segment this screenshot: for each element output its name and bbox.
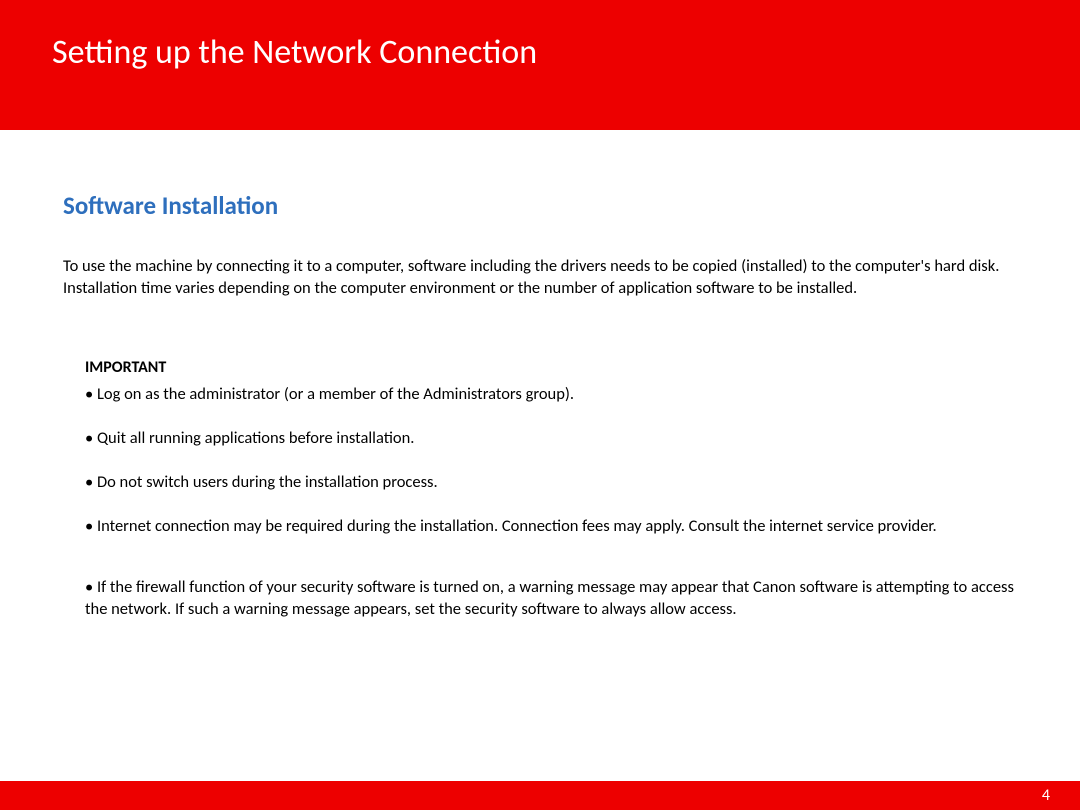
bullet-item: • If the firewall function of your secur…: [85, 576, 1020, 621]
section-title: Software Installation: [63, 190, 1020, 221]
page-number: 4: [1042, 786, 1050, 805]
bullet-item: • Do not switch users during the install…: [85, 471, 1020, 493]
bullet-item: • Internet connection may be required du…: [85, 515, 1020, 537]
page-footer: 4: [0, 781, 1080, 810]
page-content: Software Installation To use the machine…: [0, 130, 1080, 620]
important-section: IMPORTANT • Log on as the administrator …: [63, 358, 1020, 621]
important-label: IMPORTANT: [85, 358, 1020, 377]
bullet-item: • Log on as the administrator (or a memb…: [85, 383, 1020, 405]
bullet-item: • Quit all running applications before i…: [85, 427, 1020, 449]
page-title: Setting up the Network Connection: [52, 32, 1028, 73]
intro-paragraph: To use the machine by connecting it to a…: [63, 255, 1020, 300]
page-header: Setting up the Network Connection: [0, 0, 1080, 130]
